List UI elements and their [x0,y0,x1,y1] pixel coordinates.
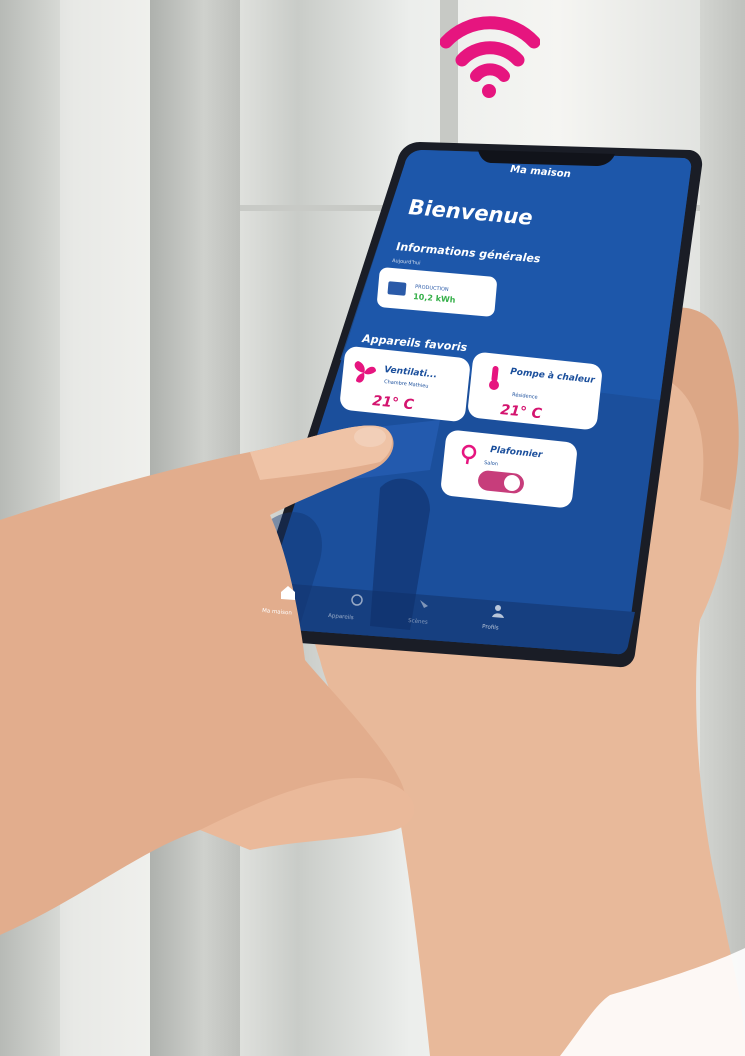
solar-panel-icon [387,281,407,296]
favorite-card-ventilation[interactable] [339,346,471,423]
favorite-card-ceiling-light[interactable] [440,429,578,508]
hand-and-phone-illustration [0,142,745,1056]
favorite-card-heat-pump[interactable] [467,351,603,430]
